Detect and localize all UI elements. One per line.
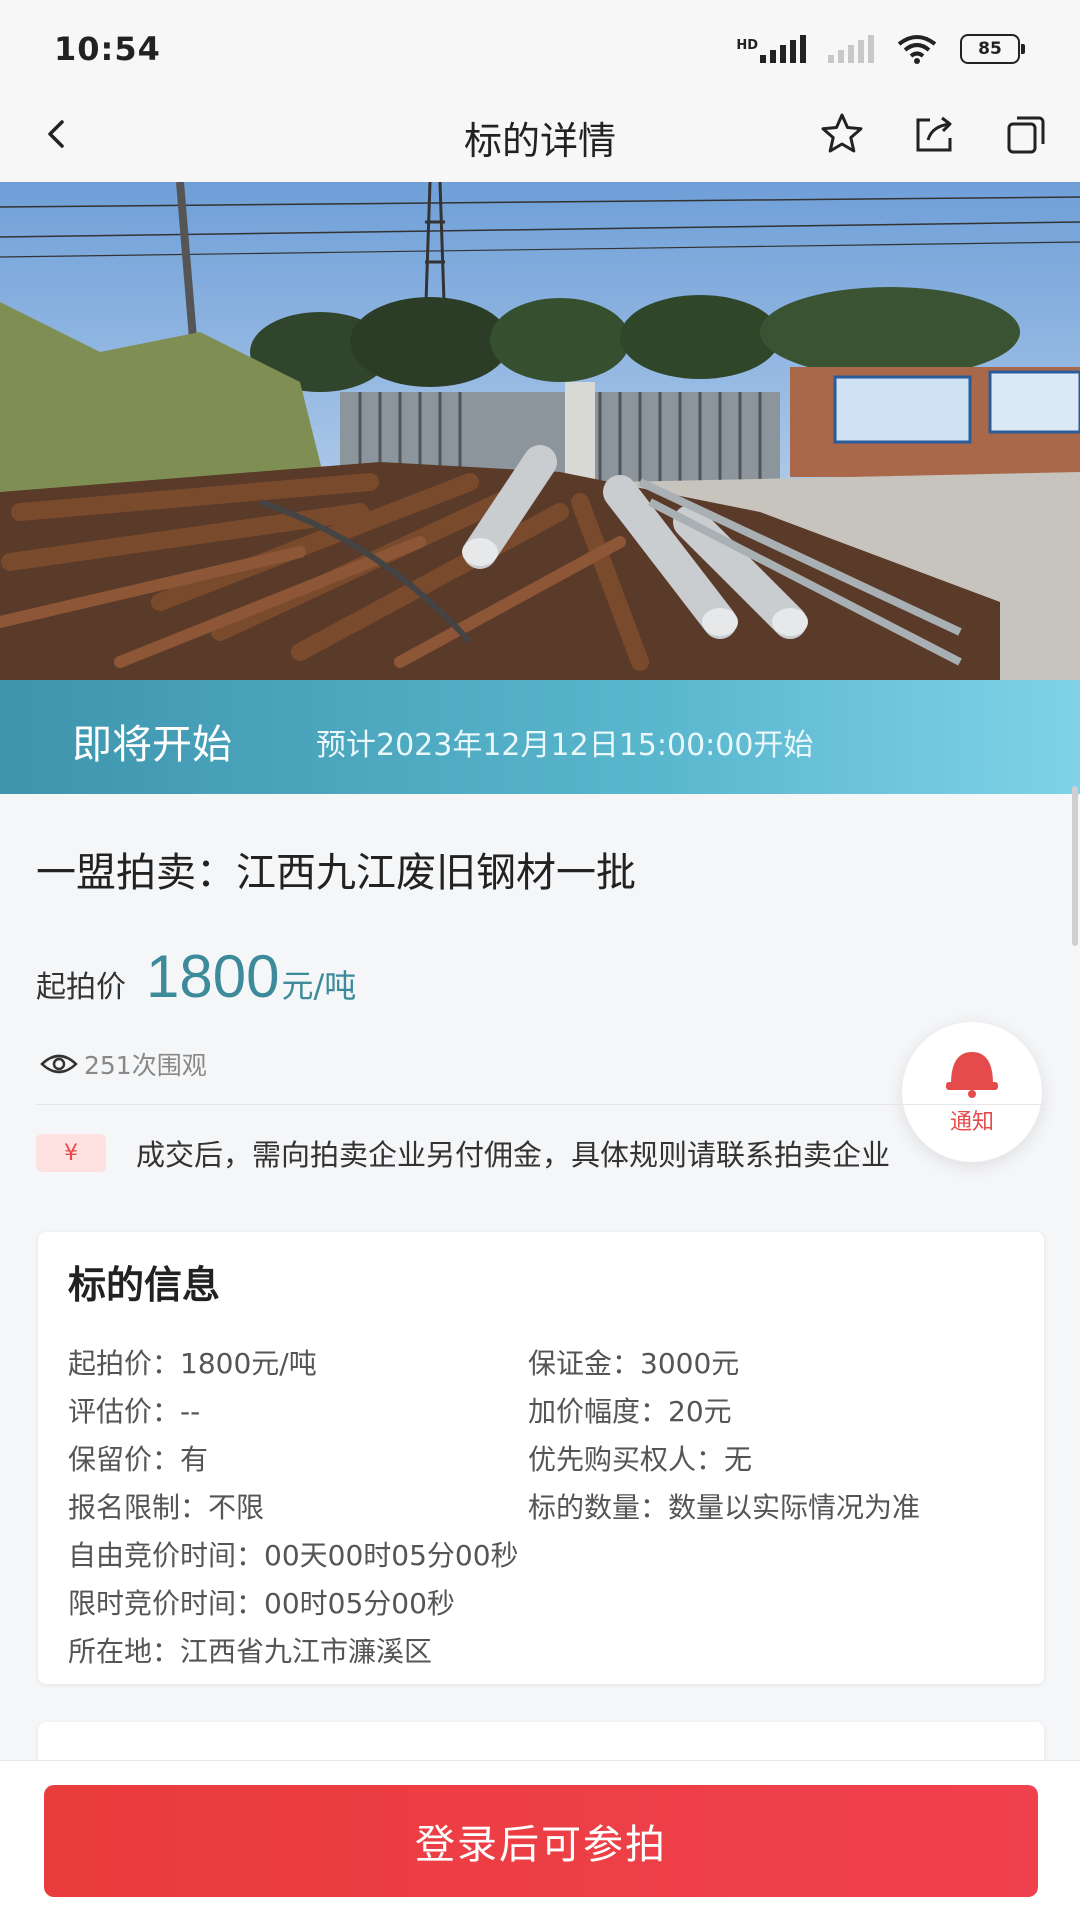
starting-price-value: 1800 (146, 943, 280, 1010)
auction-start-time: 预计2023年12月12日15:00:00开始 (316, 728, 814, 763)
status-time: 10:54 (54, 30, 161, 68)
starting-price-unit: 元/吨 (281, 967, 357, 1005)
starting-price: 起拍价 1800 元/吨 (36, 942, 356, 1011)
lot-info-title: 标的信息 (68, 1263, 221, 1307)
yen-badge: ¥ (36, 1134, 106, 1172)
login-to-bid-button[interactable]: 登录后可参拍 (44, 1785, 1038, 1897)
bell-icon (946, 1052, 998, 1098)
divider (36, 1104, 1044, 1105)
signal-secondary-icon (828, 35, 874, 63)
signal-icon: HD (736, 35, 806, 63)
lot-title: 一盟拍卖：江西九江废旧钢材一批 (36, 850, 636, 896)
info-free-bidding-time: 自由竞价时间：00天00时05分00秒 (68, 1539, 519, 1572)
info-increment: 加价幅度：20元 (528, 1395, 732, 1428)
notify-button[interactable]: 通知 (902, 1022, 1042, 1162)
auction-status: 即将开始 (72, 722, 232, 768)
info-appraisal: 评估价：-- (68, 1395, 201, 1428)
commission-notice-text: 成交后，需向拍卖企业另付佣金，具体规则请联系拍卖企业 (136, 1138, 891, 1172)
info-preemption: 优先购买权人：无 (528, 1443, 753, 1476)
nav-actions (818, 110, 1050, 158)
copy-icon[interactable] (1002, 110, 1050, 158)
favorite-star-icon[interactable] (818, 110, 866, 158)
lot-detail-content: 一盟拍卖：江西九江废旧钢材一批 起拍价 1800 元/吨 251次围观 通知 ¥… (0, 794, 1080, 1782)
info-timed-bidding-time: 限时竞价时间：00时05分00秒 (68, 1587, 455, 1620)
view-count-text: 251次围观 (84, 1051, 207, 1080)
battery-icon: 85 (960, 34, 1025, 64)
auction-status-band: 即将开始 预计2023年12月12日15:00:00开始 (0, 680, 1080, 794)
notify-label: 通知 (949, 1110, 994, 1135)
lot-photo[interactable] (0, 182, 1080, 682)
eye-icon (40, 1054, 78, 1074)
info-reserve: 保留价：有 (68, 1443, 209, 1476)
info-starting-price: 起拍价：1800元/吨 (68, 1347, 317, 1380)
starting-price-label: 起拍价 (36, 970, 126, 1005)
lot-info-card: 标的信息 起拍价：1800元/吨 保证金：3000元 评估价：-- 加价幅度：2… (38, 1232, 1044, 1684)
info-quantity: 标的数量：数量以实际情况为准 (528, 1491, 921, 1524)
status-icons: HD 85 (736, 34, 1025, 64)
nav-bar: 标的详情 (0, 100, 1080, 182)
bottom-action-bar: 登录后可参拍 (0, 1760, 1080, 1921)
wifi-icon (897, 35, 937, 64)
share-icon[interactable] (910, 110, 958, 158)
view-count: 251次围观 (40, 1046, 207, 1082)
info-deposit: 保证金：3000元 (528, 1347, 740, 1380)
scrollbar[interactable] (1072, 786, 1078, 946)
info-registration: 报名限制：不限 (68, 1491, 265, 1524)
status-bar: 10:54 HD 85 (0, 0, 1080, 100)
commission-notice: ¥ 成交后，需向拍卖企业另付佣金，具体规则请联系拍卖企业 (36, 1132, 890, 1174)
info-location: 所在地：江西省九江市濂溪区 (68, 1635, 433, 1668)
